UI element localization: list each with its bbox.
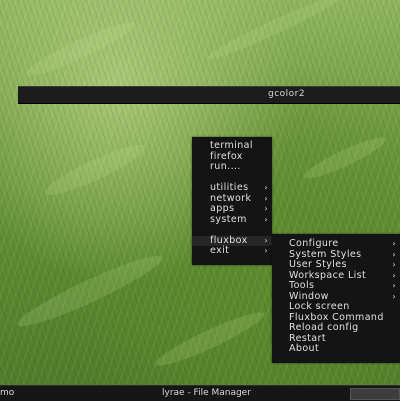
chevron-right-icon: › bbox=[392, 291, 396, 301]
menu-item-label: About bbox=[289, 343, 320, 354]
menu-item-label: apps bbox=[210, 203, 235, 214]
menu-item-label: Configure bbox=[289, 238, 339, 249]
menu-item-fluxbox[interactable]: fluxbox › bbox=[192, 234, 272, 246]
menu-item-label: firefox bbox=[210, 150, 243, 162]
menu-item-label: Lock screen bbox=[289, 301, 350, 312]
menu-item-label: fluxbox bbox=[210, 234, 248, 246]
menu-item-label: Fluxbox Command bbox=[289, 311, 384, 323]
root-menu: terminal firefox run.... utilities › netw… bbox=[192, 137, 272, 265]
chevron-right-icon: › bbox=[264, 235, 268, 245]
chevron-right-icon: › bbox=[392, 249, 396, 259]
menu-item-label: Tools bbox=[289, 280, 315, 291]
menu-item-label: network bbox=[210, 192, 252, 204]
grass-highlight bbox=[12, 247, 168, 335]
window-titlebar[interactable]: gcolor2 bbox=[18, 86, 400, 104]
menu-item-label: Workspace List bbox=[289, 269, 367, 281]
chevron-right-icon: › bbox=[392, 270, 396, 280]
chevron-right-icon: › bbox=[392, 281, 396, 290]
menu-item-label: System Styles bbox=[289, 248, 362, 260]
chevron-right-icon: › bbox=[264, 214, 268, 224]
chevron-right-icon: › bbox=[392, 260, 396, 269]
workspace-label[interactable]: mo bbox=[0, 388, 14, 398]
menu-item-label: User Styles bbox=[289, 259, 347, 270]
taskbar-task-file-manager[interactable]: lyrae - File Manager bbox=[162, 388, 251, 398]
grass-highlight bbox=[151, 305, 269, 373]
menu-item-label: system bbox=[210, 213, 247, 225]
chevron-right-icon: › bbox=[264, 193, 268, 203]
menu-item-about[interactable]: About bbox=[272, 343, 400, 355]
menu-item-label: Restart bbox=[289, 332, 326, 344]
menu-item-label: utilities bbox=[210, 182, 249, 193]
menu-item-run[interactable]: run.... bbox=[192, 161, 272, 173]
menu-item-system[interactable]: system › bbox=[192, 213, 272, 226]
grass-highlight bbox=[300, 131, 390, 185]
menu-item-exit[interactable]: exit › bbox=[192, 245, 272, 257]
fluxbox-submenu: Configure › System Styles › User Styles › W… bbox=[272, 234, 400, 363]
workspace-pager[interactable] bbox=[350, 388, 400, 400]
chevron-right-icon: › bbox=[264, 183, 268, 192]
grass-highlight bbox=[40, 137, 150, 203]
menu-item-label: exit bbox=[210, 245, 230, 256]
menu-item-label: Reload config bbox=[289, 322, 359, 333]
menu-item-label: run.... bbox=[210, 161, 241, 172]
window-title: gcolor2 bbox=[268, 89, 306, 99]
taskbar: mo lyrae - File Manager bbox=[0, 385, 400, 401]
menu-item-label: terminal bbox=[210, 140, 253, 151]
grass-highlight bbox=[204, 0, 346, 66]
grass-highlight bbox=[21, 15, 139, 83]
chevron-right-icon: › bbox=[264, 246, 268, 255]
menu-item-label: Window bbox=[289, 290, 329, 302]
chevron-right-icon: › bbox=[264, 204, 268, 213]
chevron-right-icon: › bbox=[392, 239, 396, 248]
